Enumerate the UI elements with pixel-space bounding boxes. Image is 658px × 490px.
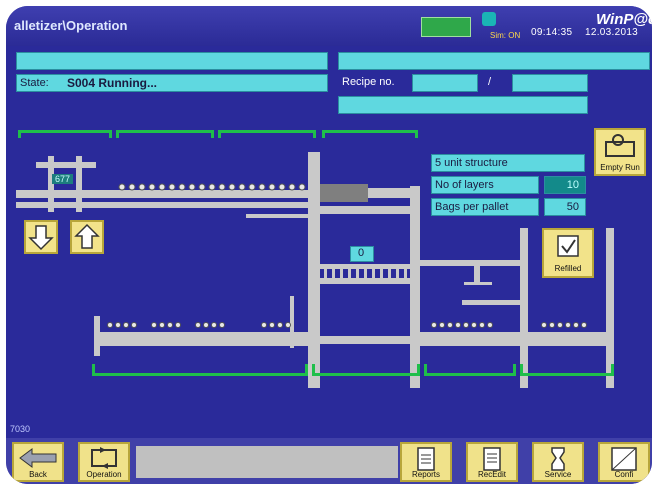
reports-label: Reports — [411, 470, 440, 479]
bags-value: 50 — [566, 201, 579, 213]
lower-button[interactable] — [24, 220, 58, 254]
service-button[interactable]: Service — [532, 442, 584, 482]
gripper-head — [464, 282, 492, 285]
recipe-separator: / — [488, 76, 492, 88]
brand-name: WinP@c — [596, 11, 652, 28]
screen-code: 7030 — [10, 424, 31, 434]
arrow-down-icon — [28, 225, 54, 251]
top-beam — [320, 206, 416, 214]
recedit-label: RecEdit — [477, 470, 506, 479]
checkbox-icon — [557, 235, 579, 257]
service-icon — [551, 447, 565, 471]
lower-conveyor-left — [98, 332, 308, 346]
empty-run-label: Empty Run — [600, 163, 640, 172]
bags-value-field[interactable]: 50 — [544, 198, 586, 216]
lower-conveyor-stop — [94, 316, 100, 356]
counter-post-right — [76, 156, 82, 212]
zone-bracket-top-2 — [116, 130, 214, 138]
layer-count: 0 — [358, 247, 365, 259]
cycle-icon — [91, 447, 117, 469]
refilled-label: Refilled — [554, 264, 582, 273]
hmi-window: alletizer\Operation WinP@c Sim: ON 09:14… — [6, 6, 652, 484]
clock-date: 12.03.2013 — [585, 27, 639, 38]
empty-pallet — [462, 300, 522, 305]
back-button[interactable]: Back — [12, 442, 64, 482]
layers-value: 10 — [566, 179, 579, 191]
state-label: State: — [20, 77, 49, 89]
layers-label-box: No of layers — [431, 176, 539, 194]
zone-bracket-top-1 — [18, 130, 112, 138]
window-title: alletizer\Operation — [14, 18, 128, 33]
frame-post-left — [308, 152, 320, 388]
recipe-name-field — [338, 52, 650, 70]
state-field: State: S004 Running... — [16, 74, 328, 92]
operation-button[interactable]: Operation — [78, 442, 130, 482]
config-button[interactable]: Confi — [598, 442, 650, 482]
state-value: S004 Running... — [67, 76, 158, 90]
recedit-button[interactable]: RecEdit — [466, 442, 518, 482]
recipe-description-field — [338, 96, 588, 114]
zone-bracket-bottom-3 — [424, 364, 516, 376]
recipe-label: Recipe no. — [342, 76, 395, 88]
zone-bracket-top-3 — [218, 130, 316, 138]
config-label: Confi — [614, 470, 634, 479]
gripper-rod — [474, 264, 480, 282]
zone-bracket-bottom-2 — [312, 364, 420, 376]
arrow-left-icon — [19, 448, 57, 468]
upper-conveyor-rail — [16, 202, 316, 208]
empty-run-button[interactable]: Empty Run — [594, 128, 646, 176]
reports-button[interactable]: Reports — [400, 442, 452, 482]
raise-button[interactable] — [70, 220, 104, 254]
recipe-number-field-1[interactable] — [412, 74, 478, 92]
config-icon — [611, 447, 637, 471]
layer-counter: 0 — [350, 246, 374, 262]
zone-bracket-top-4 — [322, 130, 418, 138]
structure-value: 5 unit structure — [435, 157, 508, 169]
operation-label: Operation — [86, 470, 122, 479]
bag-counter-beam — [36, 162, 96, 168]
magazine-arm — [420, 260, 520, 266]
lower-conveyor-middle — [320, 336, 412, 344]
clipboard-icon — [417, 447, 435, 471]
layers-label: No of layers — [435, 179, 494, 191]
counter-post-left — [48, 156, 54, 212]
lower-conveyor-right — [420, 332, 606, 346]
structure-field: 5 unit structure — [431, 154, 585, 172]
refilled-button[interactable]: Refilled — [542, 228, 594, 278]
network-status-icon — [421, 17, 471, 37]
conveyor-count: 677 — [52, 174, 74, 184]
arrow-up-icon — [74, 223, 100, 249]
recipe-number-field-2[interactable] — [512, 74, 588, 92]
brand-logo-icon — [482, 12, 496, 26]
infeed-plate — [246, 214, 310, 218]
zone-bracket-bottom-4 — [520, 364, 614, 376]
zone-bracket-bottom-1 — [92, 364, 308, 376]
service-label: Service — [544, 470, 572, 479]
sim-status: Sim: ON — [490, 31, 521, 40]
back-label: Back — [29, 470, 47, 479]
bags-label-box: Bags per pallet — [431, 198, 539, 216]
frame-post-right — [410, 186, 420, 388]
pusher-arm — [368, 188, 416, 198]
bags-label: Bags per pallet — [435, 201, 509, 213]
upper-conveyor-rollers — [118, 183, 306, 191]
nav-spacer — [136, 446, 398, 478]
document-icon — [483, 447, 501, 471]
lower-conveyor-rollers — [107, 322, 587, 328]
layer-table — [320, 278, 416, 284]
layer-pusher — [320, 184, 368, 202]
message-field — [16, 52, 328, 70]
clock-time: 09:14:35 — [531, 27, 573, 38]
empty-bag-icon — [605, 134, 635, 157]
layers-value-field[interactable]: 10 — [544, 176, 586, 194]
